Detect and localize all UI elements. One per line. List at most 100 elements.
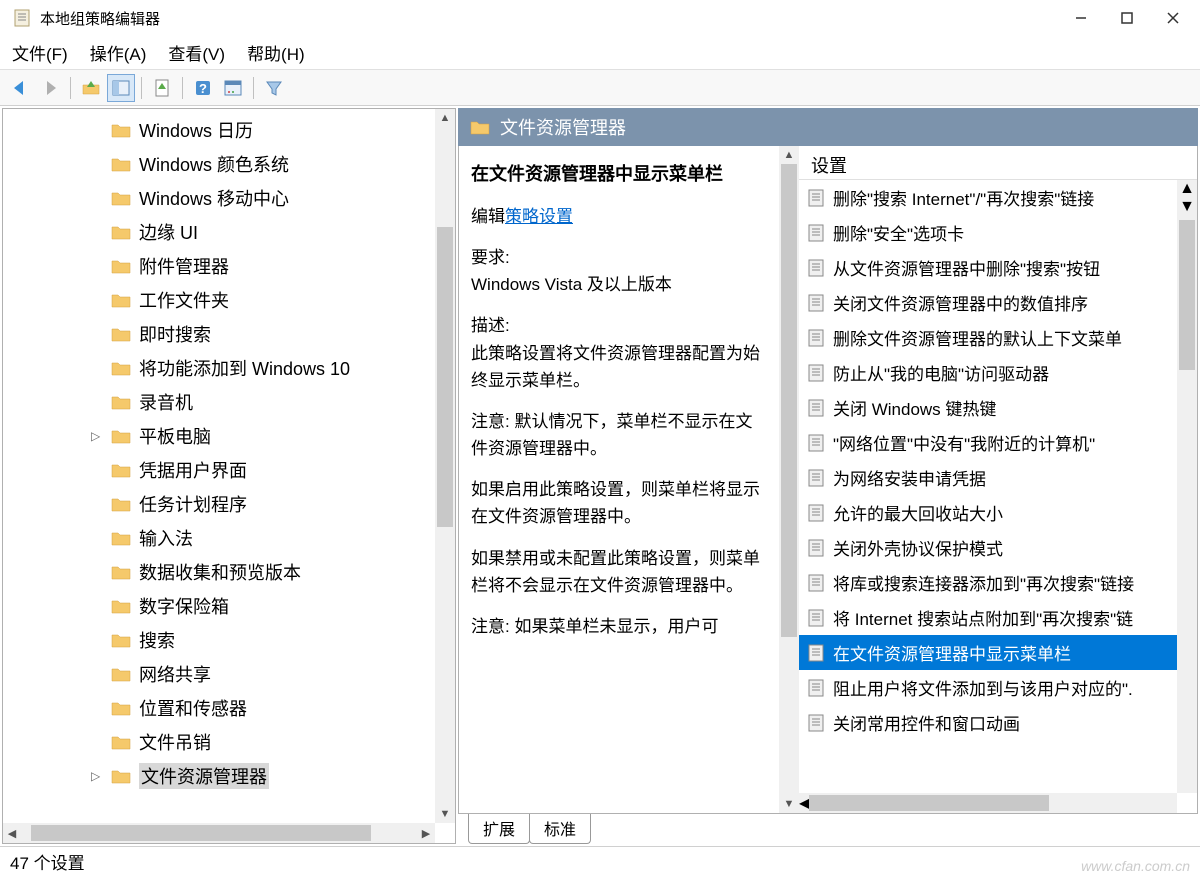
scroll-down-arrow-icon[interactable]: ▼ [1179, 198, 1195, 216]
watermark: www.cfan.com.cn [1081, 858, 1190, 874]
tree-item[interactable]: 工作文件夹 [3, 283, 455, 317]
requirements-text: Windows Vista 及以上版本 [471, 275, 672, 294]
tree-item[interactable]: ▷文件资源管理器 [3, 759, 455, 793]
tree-item-label: 输入法 [139, 525, 193, 551]
settings-column-header[interactable]: 设置 [799, 146, 1197, 180]
forward-button[interactable] [36, 74, 64, 102]
setting-item[interactable]: 从文件资源管理器中删除"搜索"按钮 [799, 250, 1197, 285]
help-button[interactable]: ? [189, 74, 217, 102]
scroll-right-arrow-icon[interactable]: ▶ [417, 827, 435, 840]
tree-item-label: 任务计划程序 [139, 491, 247, 517]
menu-file[interactable]: 文件(F) [10, 36, 70, 69]
setting-item[interactable]: 为网络安装申请凭据 [799, 460, 1197, 495]
edit-policy-link[interactable]: 策略设置 [505, 207, 573, 226]
tree-item[interactable]: 录音机 [3, 385, 455, 419]
note-1: 注意: 默认情况下，菜单栏不显示在文件资源管理器中。 [471, 408, 767, 462]
up-button[interactable] [77, 74, 105, 102]
menu-view[interactable]: 查看(V) [166, 36, 227, 69]
tree-item[interactable]: 即时搜索 [3, 317, 455, 351]
setting-item[interactable]: 关闭 Windows 键热键 [799, 390, 1197, 425]
scroll-up-arrow-icon[interactable]: ▲ [1179, 180, 1195, 198]
filter-button[interactable] [260, 74, 288, 102]
setting-item[interactable]: 在文件资源管理器中显示菜单栏 [799, 635, 1197, 670]
tab-standard[interactable]: 标准 [529, 814, 591, 844]
tree-item-label: 文件吊销 [139, 729, 211, 755]
separator [70, 77, 71, 99]
expand-icon[interactable]: ▷ [91, 429, 105, 443]
close-button[interactable] [1150, 2, 1196, 34]
detail-vertical-scrollbar[interactable]: ▲ ▼ [779, 146, 799, 813]
menu-help[interactable]: 帮助(H) [245, 36, 307, 69]
tree-item-label: 边缘 UI [139, 219, 198, 245]
tree-body: Windows 日历Windows 颜色系统Windows 移动中心边缘 UI 附… [3, 109, 455, 843]
scroll-thumb[interactable] [809, 795, 1049, 811]
tree-item[interactable]: 数字保险箱 [3, 589, 455, 623]
tree-item[interactable]: 将功能添加到 Windows 10 [3, 351, 455, 385]
setting-item-label: 阻止用户将文件添加到与该用户对应的". [833, 675, 1133, 700]
setting-item[interactable]: 删除"搜索 Internet"/"再次搜索"链接 [799, 180, 1197, 215]
scroll-up-arrow-icon[interactable]: ▲ [435, 109, 455, 127]
expand-icon[interactable]: ▷ [91, 769, 105, 783]
export-button[interactable] [148, 74, 176, 102]
tree-item[interactable]: 凭据用户界面 [3, 453, 455, 487]
properties-button[interactable] [219, 74, 247, 102]
tree-horizontal-scrollbar[interactable]: ◀ ▶ [3, 823, 435, 843]
scroll-up-arrow-icon[interactable]: ▲ [779, 146, 799, 164]
setting-item-label: 删除文件资源管理器的默认上下文菜单 [833, 325, 1122, 350]
tree-item[interactable]: Windows 日历 [3, 113, 455, 147]
scroll-thumb[interactable] [437, 227, 453, 527]
setting-item-label: 在文件资源管理器中显示菜单栏 [833, 640, 1071, 665]
scroll-thumb[interactable] [1179, 220, 1195, 370]
right-header-title: 文件资源管理器 [500, 114, 626, 140]
settings-body: 删除"搜索 Internet"/"再次搜索"链接删除"安全"选项卡从文件资源管理… [799, 180, 1197, 813]
menu-action[interactable]: 操作(A) [88, 36, 149, 69]
scroll-left-arrow-icon[interactable]: ◀ [3, 827, 21, 840]
setting-item-label: 关闭 Windows 键热键 [833, 395, 996, 420]
tree-item[interactable]: 任务计划程序 [3, 487, 455, 521]
setting-item[interactable]: 关闭文件资源管理器中的数值排序 [799, 285, 1197, 320]
tree-item[interactable]: 网络共享 [3, 657, 455, 691]
tree-item[interactable]: 输入法 [3, 521, 455, 555]
tree-item[interactable]: 文件吊销 [3, 725, 455, 759]
tree-item[interactable]: 位置和传感器 [3, 691, 455, 725]
setting-item[interactable]: 阻止用户将文件添加到与该用户对应的". [799, 670, 1197, 705]
settings-vertical-scrollbar[interactable]: ▲ ▼ [1177, 180, 1197, 793]
tree-item[interactable]: 附件管理器 [3, 249, 455, 283]
title-bar: 本地组策略编辑器 [0, 0, 1200, 36]
setting-item-label: 将 Internet 搜索站点附加到"再次搜索"链 [833, 605, 1133, 630]
setting-item[interactable]: 删除"安全"选项卡 [799, 215, 1197, 250]
setting-item[interactable]: 关闭常用控件和窗口动画 [799, 705, 1197, 740]
scroll-thumb[interactable] [781, 164, 797, 637]
folder-icon [470, 119, 490, 135]
scroll-down-arrow-icon[interactable]: ▼ [435, 805, 455, 823]
settings-horizontal-scrollbar[interactable]: ◀ ▶ [799, 793, 1177, 813]
setting-item[interactable]: 允许的最大回收站大小 [799, 495, 1197, 530]
tree-item[interactable]: Windows 移动中心 [3, 181, 455, 215]
content-area: Windows 日历Windows 颜色系统Windows 移动中心边缘 UI 附… [0, 106, 1200, 846]
separator [253, 77, 254, 99]
back-button[interactable] [6, 74, 34, 102]
tree-item[interactable]: 数据收集和预览版本 [3, 555, 455, 589]
setting-item[interactable]: 将库或搜索连接器添加到"再次搜索"链接 [799, 565, 1197, 600]
description-label: 描述: [471, 316, 510, 335]
tree-item[interactable]: Windows 颜色系统 [3, 147, 455, 181]
tree-item[interactable]: ▷平板电脑 [3, 419, 455, 453]
policy-title: 在文件资源管理器中显示菜单栏 [471, 160, 767, 189]
show-hide-tree-button[interactable] [107, 74, 135, 102]
tab-extended[interactable]: 扩展 [468, 814, 530, 844]
scroll-thumb[interactable] [31, 825, 371, 841]
setting-item[interactable]: 将 Internet 搜索站点附加到"再次搜索"链 [799, 600, 1197, 635]
minimize-button[interactable] [1058, 2, 1104, 34]
maximize-button[interactable] [1104, 2, 1150, 34]
setting-item[interactable]: 关闭外壳协议保护模式 [799, 530, 1197, 565]
scroll-down-arrow-icon[interactable]: ▼ [779, 795, 799, 813]
setting-item[interactable]: 删除文件资源管理器的默认上下文菜单 [799, 320, 1197, 355]
tree-item[interactable]: 边缘 UI [3, 215, 455, 249]
setting-item[interactable]: "网络位置"中没有"我附近的计算机" [799, 425, 1197, 460]
description-text: 此策略设置将文件资源管理器配置为始终显示菜单栏。 [471, 344, 760, 390]
tree-item[interactable]: 搜索 [3, 623, 455, 657]
tree-vertical-scrollbar[interactable]: ▲ ▼ [435, 109, 455, 823]
setting-item-label: 从文件资源管理器中删除"搜索"按钮 [833, 255, 1100, 280]
setting-item[interactable]: 防止从"我的电脑"访问驱动器 [799, 355, 1197, 390]
setting-item-label: 关闭外壳协议保护模式 [833, 535, 1003, 560]
